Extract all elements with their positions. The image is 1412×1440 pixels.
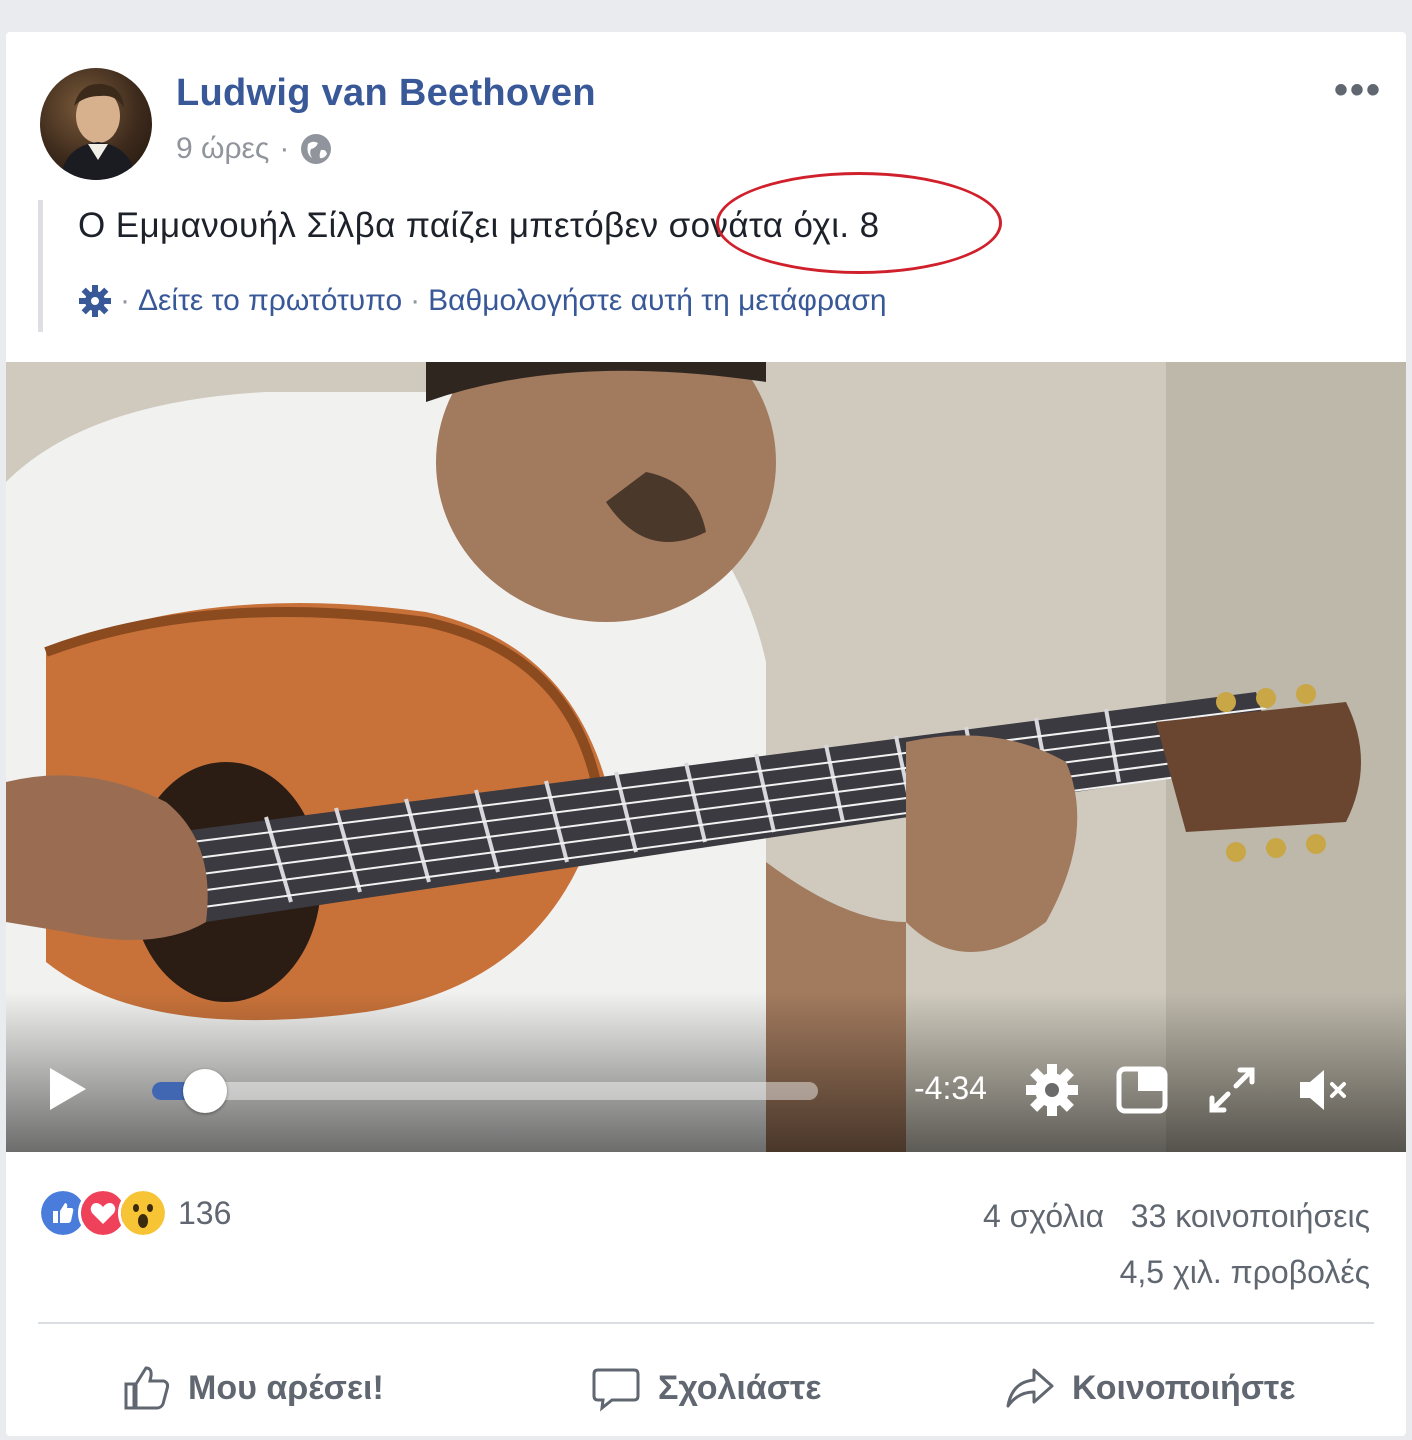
actions-divider [38, 1322, 1374, 1324]
comment-icon [592, 1368, 640, 1412]
comments-count[interactable]: 4 σχόλια [983, 1198, 1104, 1234]
shares-count[interactable]: 33 κοινοποιήσεις [1131, 1198, 1370, 1234]
comment-button[interactable]: Σχολιάστε [590, 1362, 821, 1414]
meta-separator: · [279, 132, 290, 165]
share-icon [1006, 1368, 1054, 1408]
translation-quote-bar [38, 200, 43, 332]
avatar[interactable] [40, 68, 152, 180]
translation-row: · Δείτε το πρωτότυπο · Βαθμολογήστε αυτή… [78, 284, 887, 318]
counts-row: 4 σχόλια 33 κοινοποιήσεις [983, 1188, 1370, 1244]
wow-reaction-icon [118, 1188, 168, 1238]
post-meta: 9 ώρες · [176, 132, 333, 166]
progress-handle[interactable] [183, 1069, 228, 1113]
video-player[interactable]: -4:34 [6, 362, 1406, 1152]
views-count: 4,5 χιλ. προβολές [1119, 1254, 1370, 1290]
post-time[interactable]: 9 ώρες [176, 132, 269, 166]
more-options-button[interactable]: ••• [1334, 70, 1382, 110]
translation-separator: · [120, 284, 130, 317]
share-label: Κοινοποιήστε [1072, 1368, 1296, 1407]
picture-in-picture-icon[interactable] [1114, 1062, 1170, 1118]
settings-icon[interactable] [1024, 1062, 1080, 1118]
time-remaining: -4:34 [914, 1070, 987, 1106]
reactions-summary[interactable]: 136 [38, 1188, 231, 1238]
rate-translation-link[interactable]: Βαθμολογήστε αυτή τη μετάφραση [428, 284, 886, 318]
post-card: Ludwig van Beethoven 9 ώρες · ••• Ο Εμμα… [6, 32, 1406, 1436]
like-button[interactable]: Μου αρέσει! [120, 1362, 384, 1414]
author-name[interactable]: Ludwig van Beethoven [176, 72, 596, 115]
mute-icon[interactable] [1296, 1062, 1352, 1118]
engagement-stats: 4 σχόλια 33 κοινοποιήσεις 4,5 χιλ. προβο… [983, 1188, 1370, 1300]
progress-bar[interactable] [152, 1069, 818, 1113]
translation-separator: · [410, 284, 421, 317]
play-icon[interactable] [50, 1068, 86, 1110]
highlight-annotation [716, 172, 1002, 274]
like-label: Μου αρέσει! [188, 1368, 384, 1407]
fullscreen-icon[interactable] [1204, 1062, 1260, 1118]
comment-label: Σχολιάστε [658, 1368, 822, 1407]
see-original-link[interactable]: Δείτε το πρωτότυπο [138, 284, 402, 318]
gear-icon[interactable] [78, 284, 112, 318]
reaction-count[interactable]: 136 [178, 1195, 231, 1232]
globe-icon[interactable] [299, 132, 333, 166]
like-icon [124, 1366, 170, 1410]
share-button[interactable]: Κοινοποιήστε [1004, 1362, 1295, 1414]
